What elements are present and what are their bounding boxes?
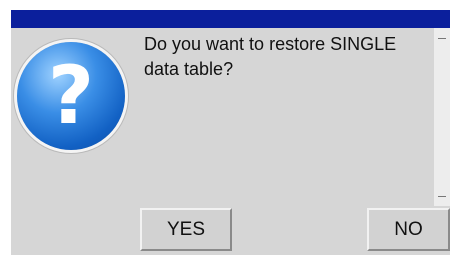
dialog-message: Do you want to restore SINGLE data table… bbox=[144, 34, 397, 79]
question-mark-glyph: ? bbox=[47, 49, 95, 142]
question-icon: ? bbox=[17, 42, 125, 150]
yes-button[interactable]: YES bbox=[140, 208, 232, 251]
title-bar bbox=[11, 10, 450, 28]
scroll-up-mark[interactable] bbox=[438, 38, 446, 39]
no-button[interactable]: NO bbox=[367, 208, 450, 251]
scroll-down-mark[interactable] bbox=[438, 196, 446, 197]
confirm-dialog: ? Do you want to restore SINGLE data tab… bbox=[0, 0, 452, 255]
message-scrollbar[interactable] bbox=[434, 28, 450, 206]
